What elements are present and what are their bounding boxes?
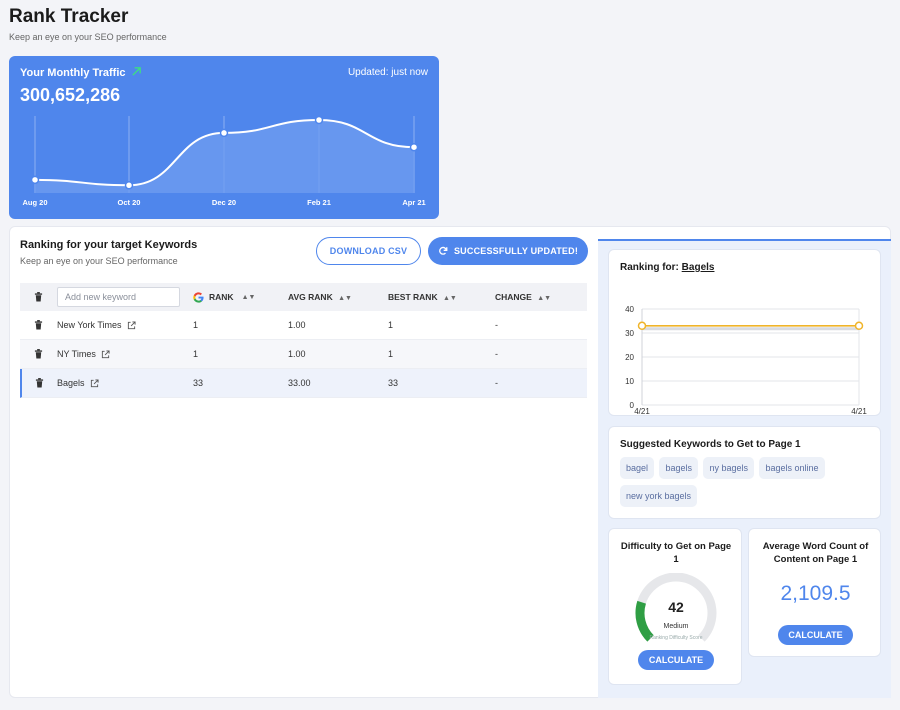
rank-y-tick: 10: [625, 377, 634, 386]
trash-icon[interactable]: [34, 292, 43, 302]
ranking-chart: 403020100 4/21 4/21: [625, 305, 867, 416]
keyword-text: NY Times: [57, 349, 96, 359]
ranking-panel: Ranking for your target Keywords Keep an…: [9, 226, 891, 698]
rank-cell: 1: [193, 320, 199, 330]
sort-icon: ▲▼: [241, 293, 256, 301]
traffic-title: Your Monthly Traffic: [20, 67, 126, 79]
change-cell: -: [495, 378, 498, 388]
change-column-header[interactable]: CHANGE ▲▼: [495, 292, 585, 302]
calculate-word-count-button[interactable]: CALCULATE: [778, 625, 853, 645]
trend-up-icon: [132, 67, 141, 76]
add-keyword-input[interactable]: [57, 287, 180, 307]
traffic-point[interactable]: [219, 128, 229, 138]
keyword-text: New York Times: [57, 320, 122, 330]
traffic-x-label: Feb 21: [307, 198, 331, 207]
traffic-point[interactable]: [30, 175, 40, 185]
avg-rank-column-header[interactable]: AVG RANK ▲▼: [288, 292, 388, 302]
word-count-value: 2,109.5: [780, 582, 851, 605]
sort-icon: ▲▼: [537, 295, 552, 302]
suggested-title: Suggested Keywords to Get to Page 1: [620, 439, 801, 450]
traffic-point[interactable]: [409, 142, 419, 152]
avg-rank-cell: 33.00: [288, 378, 311, 388]
external-link-icon[interactable]: [127, 320, 136, 330]
table-row[interactable]: New York Times 1 1.00 1 -: [20, 311, 587, 340]
keyword-chip[interactable]: bagels: [659, 457, 699, 479]
keyword-text: Bagels: [57, 378, 85, 388]
suggested-chips: bagel bagels ny bagels bagels online new…: [620, 457, 875, 513]
sort-icon: ▲▼: [338, 295, 352, 302]
keyword-table: RANK ▲▼ AVG RANK ▲▼ BEST RANK ▲▼ CHANGE …: [20, 283, 587, 398]
traffic-point[interactable]: [124, 181, 134, 190]
change-cell: -: [495, 320, 498, 330]
difficulty-value: 42: [668, 599, 684, 615]
ranking-subtitle: Keep an eye on your SEO performance: [20, 256, 178, 266]
trash-icon[interactable]: [34, 320, 43, 330]
difficulty-level: Medium: [663, 623, 689, 630]
suggested-keywords-card: Suggested Keywords to Get to Page 1 bage…: [608, 426, 881, 519]
rank-x-label: 4/21: [851, 407, 867, 416]
best-rank-cell: 1: [388, 320, 394, 330]
ranking-title: Ranking for your target Keywords: [20, 239, 198, 251]
successfully-updated-label: SUCCESSFULLY UPDATED!: [453, 246, 579, 256]
difficulty-caption: Ranking Difficulty Score: [649, 635, 703, 641]
calculate-label: CALCULATE: [648, 655, 704, 665]
google-icon: [193, 291, 204, 303]
traffic-point[interactable]: [314, 115, 324, 125]
rank-column-label: RANK: [209, 292, 234, 302]
table-header: RANK ▲▼ AVG RANK ▲▼ BEST RANK ▲▼ CHANGE …: [20, 283, 587, 311]
best-rank-cell: 1: [388, 349, 394, 359]
calculate-difficulty-button[interactable]: CALCULATE: [638, 650, 714, 670]
page-title: Rank Tracker: [9, 6, 129, 27]
table-row[interactable]: Bagels 33 33.00 33 -: [20, 369, 587, 398]
traffic-chart: Aug 20 Oct 20 Dec 20 Feb 21 Apr 21: [22, 115, 426, 207]
traffic-x-label: Apr 21: [402, 198, 425, 207]
rank-cell: 33: [193, 378, 204, 388]
sort-icon: ▲▼: [442, 295, 457, 302]
external-link-icon[interactable]: [101, 349, 110, 359]
best-rank-column-label: BEST RANK: [388, 292, 438, 302]
rank-y-tick: 20: [625, 353, 634, 362]
traffic-x-label: Oct 20: [118, 198, 141, 207]
word-count-title: Average Word Count of Content on Page 1: [762, 541, 869, 565]
traffic-value: 300,652,286: [20, 85, 121, 105]
keyword-chip[interactable]: new york bagels: [620, 485, 698, 507]
table-row[interactable]: NY Times 1 1.00 1 -: [20, 340, 587, 369]
download-csv-button[interactable]: DOWNLOAD CSV: [316, 237, 421, 265]
avg-rank-cell: 1.00: [288, 349, 306, 359]
word-count-card: Average Word Count of Content on Page 1 …: [748, 528, 881, 657]
external-link-icon[interactable]: [90, 378, 99, 388]
change-cell: -: [495, 349, 498, 359]
successfully-updated-button[interactable]: SUCCESSFULLY UPDATED!: [428, 237, 588, 265]
trash-icon[interactable]: [34, 349, 43, 359]
page-subtitle: Keep an eye on your SEO performance: [9, 32, 167, 42]
rank-y-tick: 30: [625, 329, 634, 338]
trash-icon[interactable]: [35, 378, 44, 388]
avg-rank-cell: 1.00: [288, 320, 306, 330]
best-rank-column-header[interactable]: BEST RANK ▲▼: [388, 292, 495, 302]
rank-point[interactable]: [637, 321, 647, 331]
rank-x-label: 4/21: [634, 407, 650, 416]
rank-point[interactable]: [854, 321, 864, 331]
best-rank-cell: 33: [388, 378, 399, 388]
rank-y-tick: 40: [625, 305, 634, 314]
download-csv-label: DOWNLOAD CSV: [329, 246, 408, 256]
change-column-label: CHANGE: [495, 292, 532, 302]
rank-column-header[interactable]: RANK ▲▼: [193, 291, 288, 303]
refresh-icon: [439, 246, 448, 255]
rank-cell: 1: [193, 349, 199, 359]
traffic-card: Aug 20 Oct 20 Dec 20 Feb 21 Apr 21 Your Mont…: [9, 56, 439, 219]
ranking-chart-card: Ranking for: Bagels 40 30 20 10 0 4/21 4/21: [608, 249, 881, 416]
traffic-x-label: Dec 20: [212, 198, 236, 207]
calculate-label: CALCULATE: [788, 630, 843, 640]
keyword-chip[interactable]: bagel: [620, 457, 655, 479]
difficulty-title: Difficulty to Get on Page 1: [620, 541, 732, 565]
keyword-chip[interactable]: ny bagels: [703, 457, 754, 479]
keyword-chip[interactable]: bagels online: [759, 457, 825, 479]
difficulty-card: Difficulty to Get on Page 1 42 Medium Ra…: [608, 528, 742, 685]
traffic-x-label: Aug 20: [22, 198, 47, 207]
avg-rank-column-label: AVG RANK: [288, 292, 333, 302]
keyword-detail-panel: Ranking for: Bagels 40 30 20 10 0 4/21 4/21 S…: [598, 239, 891, 698]
traffic-updated: Updated: just now: [347, 67, 428, 78]
